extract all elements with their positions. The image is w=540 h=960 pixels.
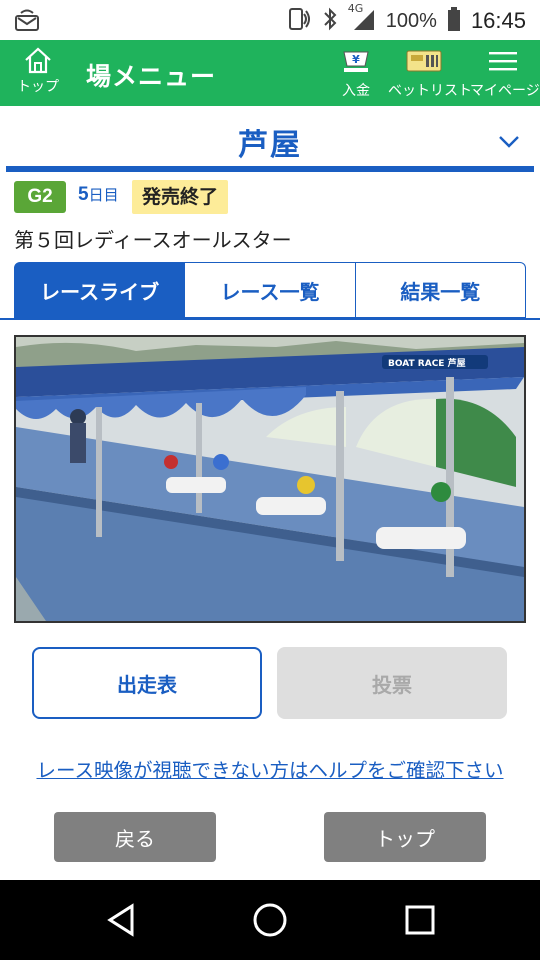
top-button[interactable]: トップ — [324, 812, 486, 862]
recents-icon[interactable] — [404, 904, 436, 940]
home-button[interactable]: トップ — [10, 46, 66, 96]
video-frame: BOAT RACE 芦屋 — [16, 337, 524, 621]
status-bar: 4G 100% 16:45 — [0, 0, 540, 40]
back-icon[interactable] — [104, 902, 138, 942]
tab-race-list[interactable]: レース一覧 — [185, 262, 356, 318]
grade-badge: G2 — [14, 181, 66, 213]
deposit-icon: ¥ — [338, 51, 374, 80]
mypage-label: マイページ — [470, 82, 540, 98]
app-header: トップ 場メニュー ¥ 入金 ベットリスト マイページ — [0, 40, 540, 106]
tab-results[interactable]: 結果一覧 — [355, 262, 526, 318]
race-day-suffix: 日目 — [88, 187, 119, 204]
betlist-label: ベットリスト — [388, 82, 472, 98]
deposit-label: 入金 — [342, 82, 370, 98]
clock: 16:45 — [470, 8, 526, 33]
chevron-down-icon[interactable] — [498, 134, 520, 153]
help-link[interactable]: レース映像が視聴できない方はヘルプをご確認下さい — [0, 754, 540, 783]
network-type: 4G — [347, 2, 364, 15]
notification-icon — [14, 8, 40, 36]
vote-button[interactable]: 投票 — [277, 647, 507, 719]
venue-selector[interactable]: 芦屋 — [0, 106, 540, 172]
nfc-icon — [286, 6, 312, 36]
video-logo: BOAT RACE 芦屋 — [388, 357, 466, 369]
race-day: 5日目 — [78, 184, 119, 206]
battery-percent: 100% — [385, 9, 437, 32]
battery-icon — [447, 6, 461, 36]
betlist-button[interactable]: ベットリスト — [388, 46, 472, 100]
system-nav-bar — [0, 880, 540, 960]
back-button[interactable]: 戻る — [54, 812, 216, 862]
bluetooth-icon — [322, 6, 338, 36]
svg-text:¥: ¥ — [352, 53, 360, 66]
page-title: 場メニュー — [86, 62, 217, 91]
home-circle-icon[interactable] — [252, 902, 288, 942]
venue-underline — [6, 166, 534, 172]
signal-icon: 4G — [348, 2, 376, 36]
tab-underline — [0, 318, 540, 320]
mypage-button[interactable]: マイページ — [470, 46, 540, 100]
venue-name: 芦屋 — [238, 128, 302, 163]
entry-list-button[interactable]: 出走表 — [32, 647, 262, 719]
deposit-button[interactable]: ¥ 入金 — [332, 46, 380, 100]
race-title: 第５回レディースオールスター — [14, 228, 292, 252]
betlist-icon — [404, 50, 444, 80]
race-live-video[interactable]: BOAT RACE 芦屋 — [14, 335, 526, 623]
sale-status-badge: 発売終了 — [132, 180, 229, 214]
home-label: トップ — [17, 78, 59, 94]
tab-race-live[interactable]: レースライブ — [14, 262, 186, 318]
race-day-number: 5 — [78, 184, 89, 205]
menu-icon — [486, 52, 520, 80]
race-tabs: レースライブ レース一覧 結果一覧 — [14, 262, 526, 318]
